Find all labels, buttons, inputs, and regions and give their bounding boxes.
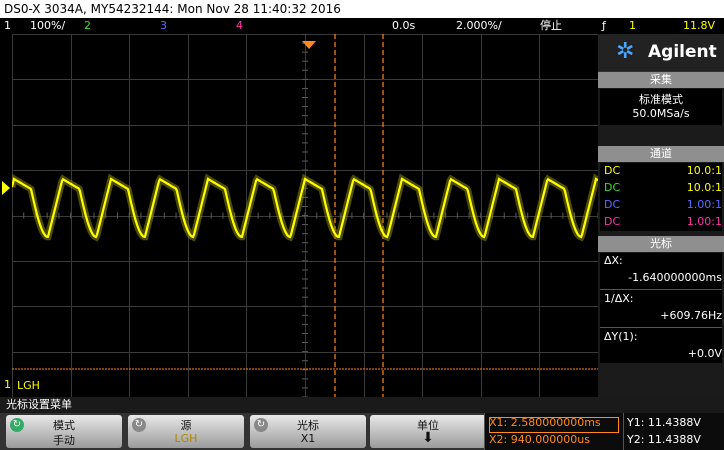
ch1-scale[interactable]: 100%/ — [30, 18, 65, 34]
ch3-coupling: DC — [604, 198, 621, 211]
brand-name: Agilent — [648, 42, 717, 62]
cursor-header: 光标 — [598, 236, 724, 252]
ch2-probe-ratio: 10.0:1 — [686, 181, 722, 194]
ch2-coupling: DC — [604, 181, 621, 194]
ch1-number[interactable]: 1 — [4, 18, 11, 34]
menu-caption: 光标设置菜单 — [6, 398, 72, 411]
down-arrow-icon: ⬇ — [422, 430, 434, 446]
divider — [623, 413, 624, 450]
channel-row: DC 10.0:1 — [600, 180, 724, 196]
divider — [600, 327, 722, 328]
info-sidebar: ✲ Agilent 采集 标准模式 50.0MSa/s 通道 DC 10.0:1… — [598, 34, 724, 397]
softkey-value: 手动 — [53, 434, 75, 447]
menu-caption-bar: 光标设置菜单 — [0, 397, 724, 413]
trigger-channel[interactable]: 1 — [629, 18, 636, 34]
cursor-softkey[interactable]: ↻ 光标 X1 — [250, 415, 366, 448]
inv-dx-label: 1/ΔX: — [604, 292, 634, 305]
y1-readout[interactable]: Y1: 11.4388V — [627, 416, 701, 429]
softkey-title: 光标 — [297, 419, 319, 432]
dy-value: +0.0V — [687, 347, 722, 360]
trigger-position-marker[interactable] — [302, 34, 316, 53]
acquire-mode: 标准模式 — [639, 93, 683, 106]
y2-readout[interactable]: Y2: 11.4388V — [627, 433, 701, 446]
x2-readout[interactable]: X2: 940.000000us — [489, 433, 590, 446]
ch2-number[interactable]: 2 — [84, 18, 91, 34]
ch1-marker[interactable] — [0, 180, 12, 195]
ch1-probe-ratio: 10.0:1 — [686, 164, 722, 177]
dy-label: ΔY(1): — [604, 330, 638, 343]
inv-dx-value: +609.76Hz — [660, 309, 722, 322]
ground-channel: 1 — [4, 378, 11, 391]
acquire-panel[interactable]: 标准模式 50.0MSa/s — [600, 89, 722, 125]
source-softkey[interactable]: ↻ 源 LGH — [128, 415, 244, 448]
trigger-level[interactable]: 11.8V — [683, 18, 715, 34]
channel-row: DC 1.00:1 — [600, 214, 724, 230]
status-bar: 1 100%/ 2 3 4 0.0s 2.000%/ 停止 ƒ 1 11.8V — [0, 18, 724, 34]
cursor-readouts: X1: 2.580000000ms X2: 940.000000us Y1: 1… — [484, 413, 724, 450]
waveform-display[interactable] — [8, 33, 600, 398]
ch1-coupling: DC — [604, 164, 621, 177]
divider — [600, 289, 722, 290]
agilent-spark-icon: ✲ — [616, 39, 635, 64]
acquire-header: 采集 — [598, 72, 724, 88]
channel-row: DC 10.0:1 — [600, 163, 724, 179]
time-scale[interactable]: 2.000%/ — [456, 18, 502, 34]
softkey-title: 源 — [180, 419, 192, 432]
ch3-probe-ratio: 1.00:1 — [686, 198, 722, 211]
mode-softkey[interactable]: ↻ 模式 手动 — [6, 415, 122, 448]
run-state[interactable]: 停止 — [540, 18, 562, 34]
time-offset[interactable]: 0.0s — [392, 18, 415, 34]
channel-row: DC 1.00:1 — [600, 197, 724, 213]
softkey-title: 模式 — [53, 419, 75, 432]
ch4-coupling: DC — [604, 215, 621, 228]
channels-header: 通道 — [598, 146, 724, 162]
ground-label: LGH — [17, 379, 40, 392]
dx-label: ΔX: — [604, 254, 623, 267]
softkey-value: LGH — [174, 432, 198, 445]
ch4-probe-ratio: 1.00:1 — [686, 215, 722, 228]
title-text: DS0-X 3034A, MY54232144: Mon Nov 28 11:4… — [4, 2, 341, 16]
acquire-rate: 50.0MSa/s — [632, 107, 690, 120]
ch3-number[interactable]: 3 — [160, 18, 167, 34]
dx-value: -1.640000000ms — [628, 271, 722, 284]
title-bar: DS0-X 3034A, MY54232144: Mon Nov 28 11:4… — [0, 0, 724, 18]
ch4-number[interactable]: 4 — [236, 18, 243, 34]
trigger-icon: ƒ — [602, 19, 606, 32]
softkey-value: X1 — [300, 432, 316, 445]
x1-highlight — [489, 417, 619, 433]
waveform-svg — [8, 33, 600, 398]
cursor-panel[interactable]: ΔX: -1.640000000ms 1/ΔX: +609.76Hz ΔY(1)… — [600, 253, 722, 363]
channels-panel[interactable]: DC 10.0:1 DC 10.0:1 DC 1.00:1 DC 1.00:1 — [600, 163, 722, 231]
brand-panel: ✲ Agilent — [598, 34, 724, 72]
units-softkey[interactable]: 单位 ⬇ — [370, 415, 486, 448]
